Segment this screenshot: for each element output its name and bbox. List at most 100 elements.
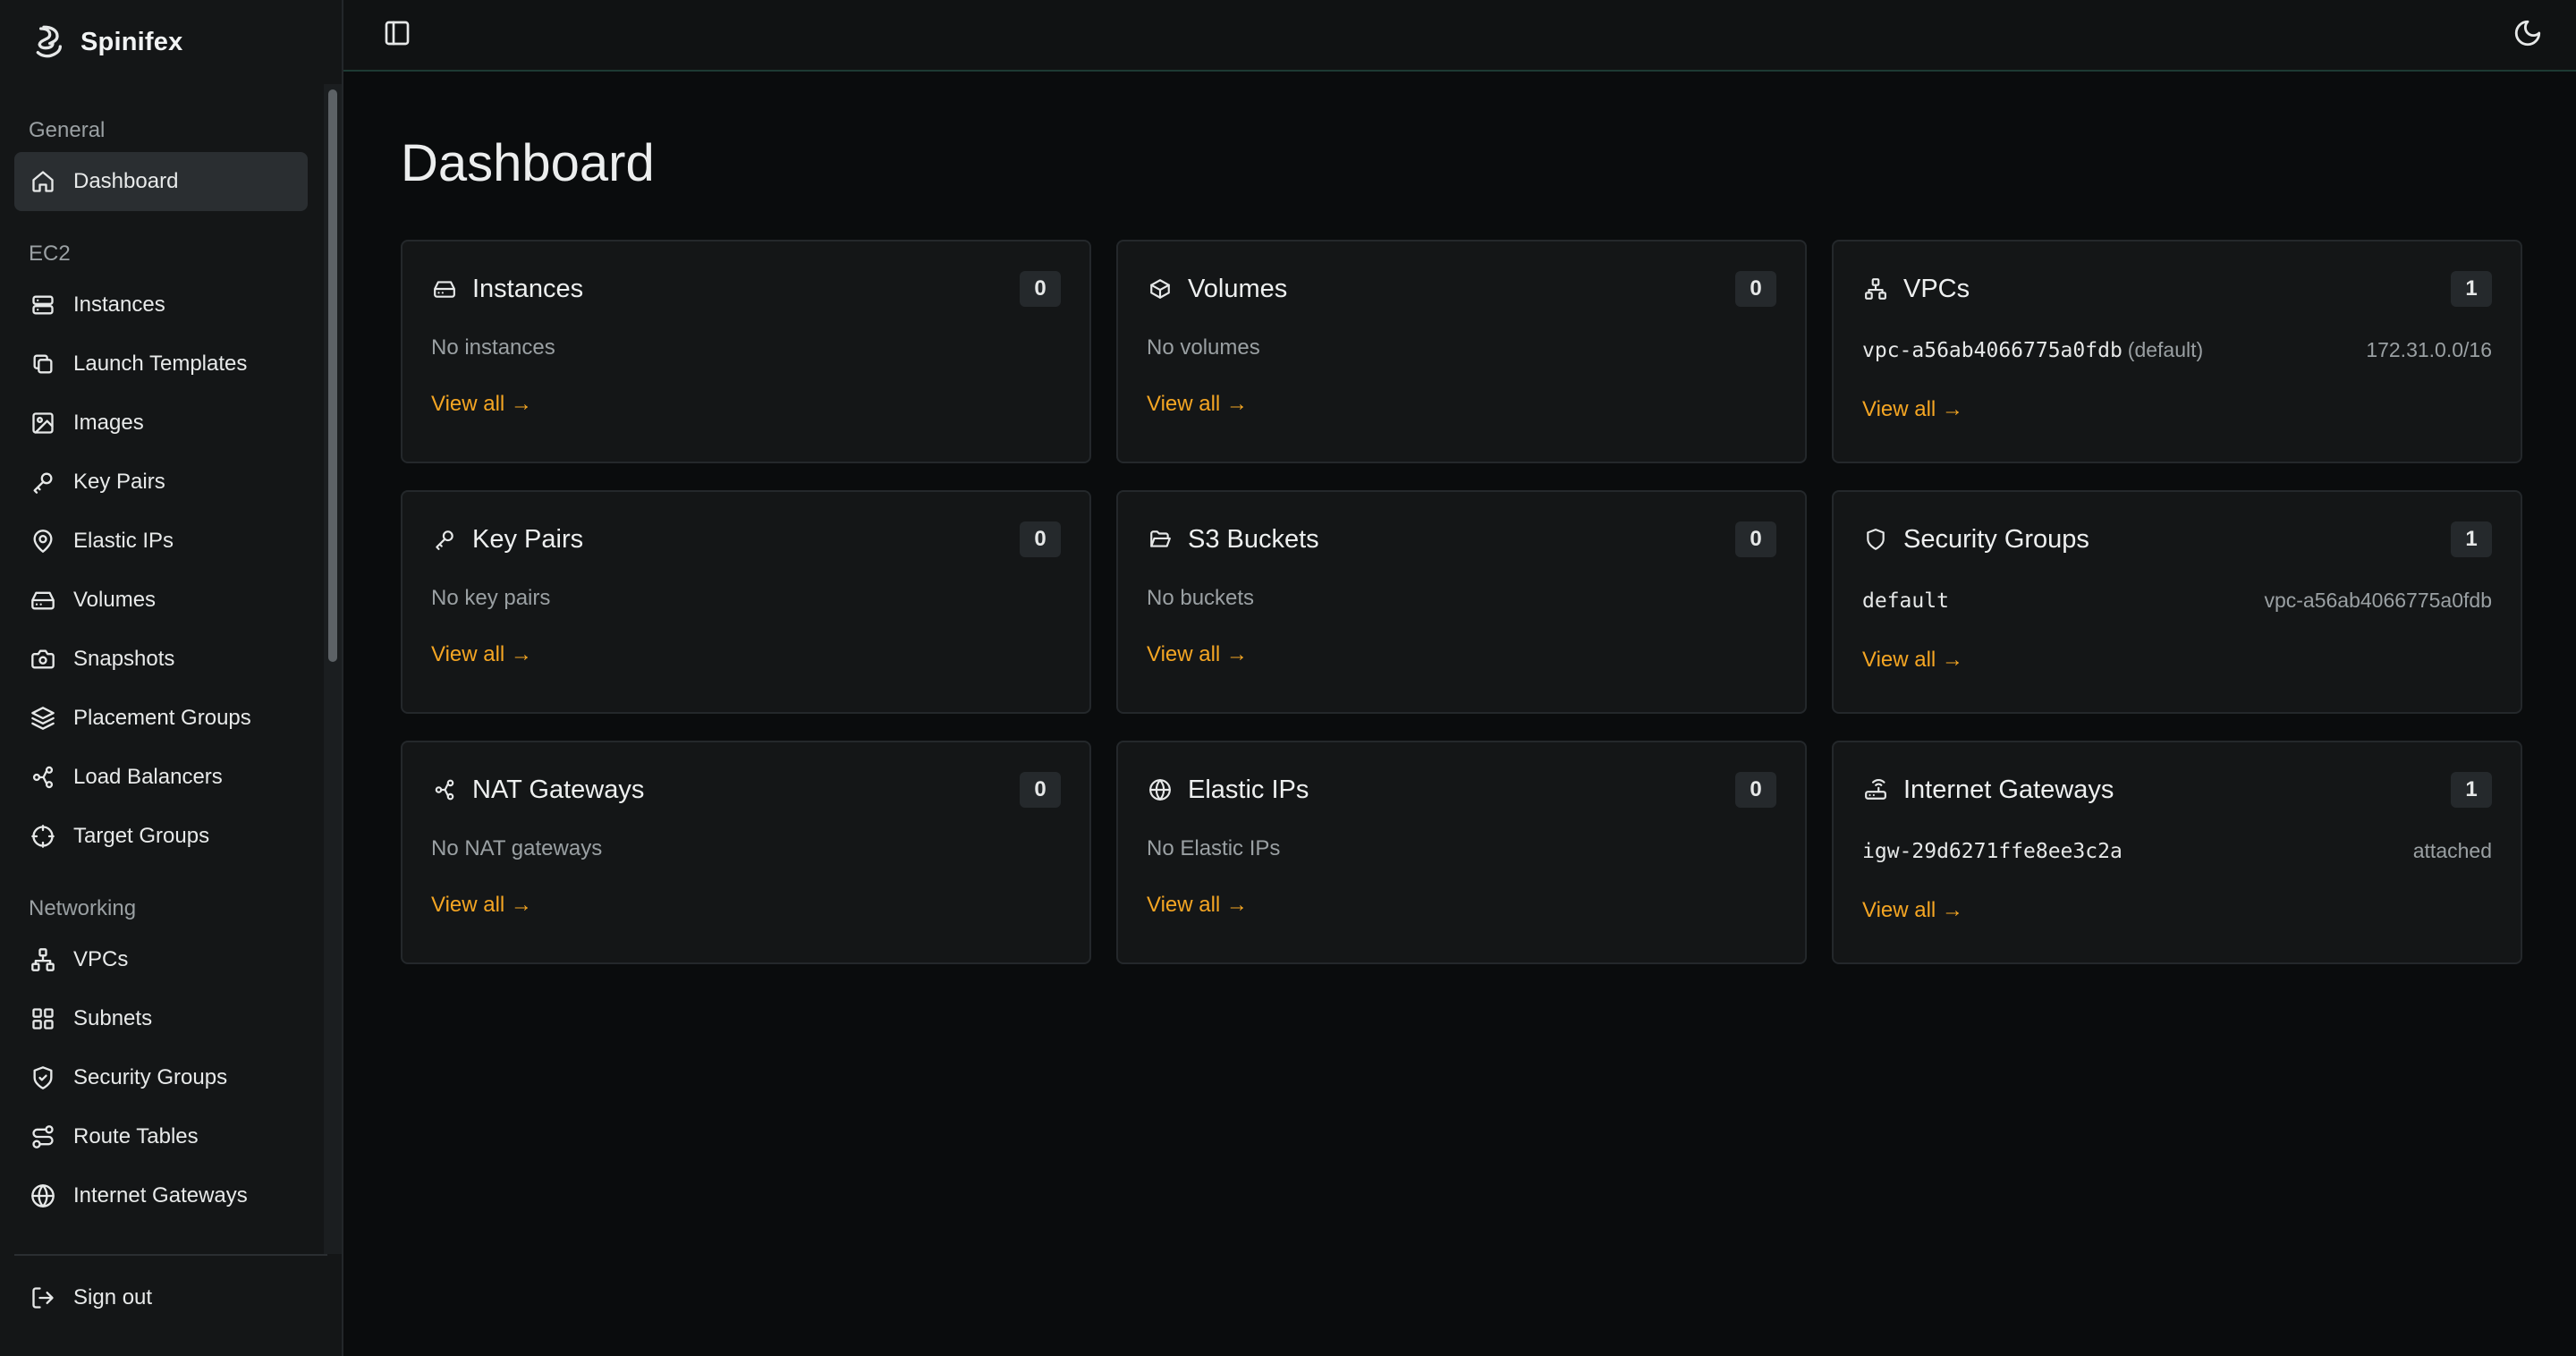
app-root: Spinifex General Dashboard EC2 Instances (0, 0, 2576, 1356)
brand-name: Spinifex (80, 27, 183, 56)
card-header: Key Pairs 0 (431, 519, 1061, 560)
map-pin-icon (29, 527, 57, 555)
s3-buckets-card: S3 Buckets 0 No buckets View all → (1116, 490, 1807, 714)
empty-state: No key pairs (431, 586, 551, 610)
sidebar-item-security-groups[interactable]: Security Groups (14, 1048, 308, 1107)
view-all-security-groups-link[interactable]: View all → (1862, 648, 1963, 673)
card-header: VPCs 1 (1862, 268, 2492, 309)
section-label-ec2: EC2 (29, 242, 71, 266)
view-all-volumes-link[interactable]: View all → (1147, 392, 1248, 417)
sidebar-item-label: Key Pairs (73, 470, 165, 494)
crosshair-icon (29, 822, 57, 851)
card-title-text: Instances (472, 274, 584, 303)
sidebar-item-elastic-ips[interactable]: Elastic IPs (14, 512, 308, 571)
sidebar-item-label: Instances (73, 292, 165, 317)
home-icon (29, 167, 57, 196)
network-icon (1862, 275, 1889, 302)
camera-icon (29, 645, 57, 674)
sidebar-item-images[interactable]: Images (14, 394, 308, 453)
main-area: Dashboard Instances 0 No instances View … (343, 0, 2576, 1356)
card-title-text: Security Groups (1903, 524, 2089, 554)
card-header: Instances 0 (431, 268, 1061, 309)
count-badge: 0 (1735, 772, 1776, 808)
sidebar-toggle-icon (383, 19, 411, 52)
sidebar-footer: Sign out (14, 1254, 327, 1356)
sidebar-item-label: Dashboard (73, 169, 179, 193)
layers-icon (29, 704, 57, 733)
card-title-text: Key Pairs (472, 524, 584, 554)
card-header: Security Groups 1 (1862, 519, 2492, 560)
workflow-icon (431, 776, 458, 803)
log-out-icon (29, 1284, 57, 1312)
sidebar-item-volumes[interactable]: Volumes (14, 571, 308, 630)
gateway-status: attached (2412, 839, 2492, 862)
sign-out-button[interactable]: Sign out (14, 1268, 308, 1327)
sidebar-item-target-groups[interactable]: Target Groups (14, 807, 308, 866)
view-all-instances-link[interactable]: View all → (431, 392, 532, 417)
sidebar-item-placement-groups[interactable]: Placement Groups (14, 689, 308, 748)
sidebar-item-label: Elastic IPs (73, 529, 174, 553)
view-all-internet-gateways-link[interactable]: View all → (1862, 898, 1963, 923)
card-title: S3 Buckets (1147, 525, 1319, 555)
hard-drive-icon (29, 586, 57, 614)
card-title: Instances (431, 275, 583, 304)
card-title-text: NAT Gateways (472, 775, 645, 804)
key-icon (431, 526, 458, 553)
card-header: Internet Gateways 1 (1862, 769, 2492, 810)
brand[interactable]: Spinifex (0, 0, 342, 84)
card-title: Internet Gateways (1862, 775, 2114, 805)
card-title: Security Groups (1862, 525, 2089, 555)
card-title-text: S3 Buckets (1188, 524, 1319, 554)
vpc-cidr: 172.31.0.0/16 (2366, 338, 2492, 361)
sidebar-item-label: Route Tables (73, 1124, 199, 1148)
key-pairs-card: Key Pairs 0 No key pairs View all → (401, 490, 1091, 714)
sidebar-item-launch-templates[interactable]: Launch Templates (14, 335, 308, 394)
empty-state: No volumes (1147, 335, 1260, 360)
view-all-elastic-ips-link[interactable]: View all → (1147, 893, 1248, 918)
globe-icon (1147, 776, 1174, 803)
sidebar-item-vpcs[interactable]: VPCs (14, 930, 308, 989)
sidebar-item-load-balancers[interactable]: Load Balancers (14, 748, 308, 807)
sidebar-scrollbar[interactable] (324, 84, 342, 1254)
sidebar-item-label: Internet Gateways (73, 1183, 248, 1208)
scrollbar-thumb[interactable] (328, 89, 337, 662)
list-item[interactable]: default vpc-a56ab4066775a0fdb (1862, 587, 2492, 614)
view-all-vpcs-link[interactable]: View all → (1862, 397, 1963, 422)
image-icon (29, 409, 57, 437)
gateway-id: igw-29d6271ffe8ee3c2a (1862, 840, 2123, 863)
security-group-name: default (1862, 589, 1949, 613)
empty-state: No instances (431, 335, 555, 360)
key-icon (29, 468, 57, 496)
sidebar-item-route-tables[interactable]: Route Tables (14, 1107, 308, 1166)
empty-state: No buckets (1147, 586, 1255, 610)
sidebar-item-label: Images (73, 411, 144, 435)
card-title-text: Elastic IPs (1188, 775, 1309, 804)
card-title: VPCs (1862, 275, 1970, 304)
network-icon (29, 945, 57, 974)
empty-state: No Elastic IPs (1147, 836, 1281, 860)
theme-toggle-button[interactable] (2508, 15, 2547, 55)
view-all-s3-buckets-link[interactable]: View all → (1147, 642, 1248, 667)
card-title: Volumes (1147, 275, 1287, 304)
sidebar-item-snapshots[interactable]: Snapshots (14, 630, 308, 689)
count-badge: 1 (2451, 521, 2492, 557)
sidebar-item-dashboard[interactable]: Dashboard (14, 152, 308, 211)
router-icon (1862, 776, 1889, 803)
shield-check-icon (29, 1064, 57, 1092)
view-all-nat-gateways-link[interactable]: View all → (431, 893, 532, 918)
default-tag: (default) (2127, 338, 2204, 361)
sidebar-toggle-button[interactable] (377, 15, 417, 55)
sidebar-item-subnets[interactable]: Subnets (14, 989, 308, 1048)
globe-icon (29, 1182, 57, 1210)
list-item[interactable]: vpc-a56ab4066775a0fdb (default) 172.31.0.… (1862, 336, 2492, 363)
sidebar-item-label: Subnets (73, 1006, 153, 1030)
sidebar-item-key-pairs[interactable]: Key Pairs (14, 453, 308, 512)
list-item[interactable]: igw-29d6271ffe8ee3c2a attached (1862, 837, 2492, 864)
count-badge: 1 (2451, 271, 2492, 307)
sidebar-item-instances[interactable]: Instances (14, 275, 308, 335)
sidebar-item-internet-gateways[interactable]: Internet Gateways (14, 1166, 308, 1225)
view-all-key-pairs-link[interactable]: View all → (431, 642, 532, 667)
count-badge: 0 (1735, 271, 1776, 307)
count-badge: 1 (2451, 772, 2492, 808)
sidebar-item-label: Placement Groups (73, 706, 251, 730)
